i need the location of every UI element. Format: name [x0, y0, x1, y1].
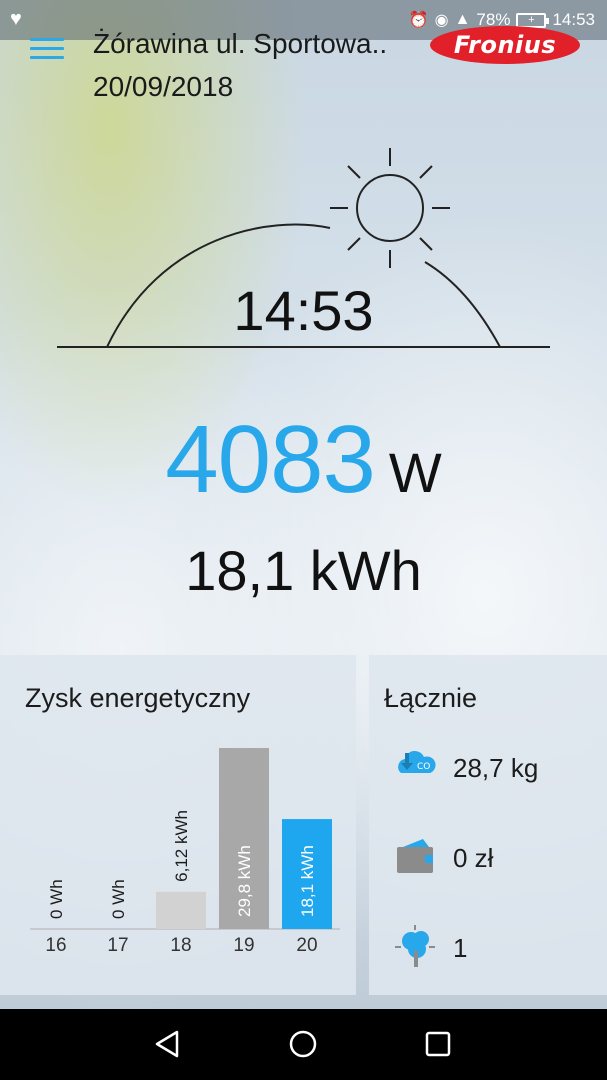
- co2-value: 28,7 kg: [453, 753, 539, 783]
- fronius-logo: Fronius: [430, 26, 580, 64]
- current-power: 4083 W: [0, 405, 607, 515]
- wallet-co2-icon: [397, 839, 433, 873]
- chart-data-label: 6,12 kWh: [172, 810, 191, 882]
- trees-value: 1: [453, 933, 468, 963]
- savings-row: 0 zł: [391, 833, 601, 883]
- chart-tick-label: 18: [170, 935, 191, 956]
- savings-value: 0 zł: [453, 843, 494, 873]
- chart-tick-label: 17: [107, 935, 128, 956]
- chart-tick-label: 19: [233, 935, 254, 956]
- site-name[interactable]: Żórawina ul. Sportowa..: [93, 28, 387, 60]
- recents-icon[interactable]: [425, 1029, 451, 1059]
- chart-tick-label: 20: [296, 935, 317, 956]
- power-unit: W: [388, 441, 442, 504]
- chart-data-label: 0 Wh: [109, 879, 128, 919]
- trees-row: 1: [391, 923, 601, 973]
- co2-row: CO 28,7 kg: [391, 743, 601, 793]
- totals-panel[interactable]: Łącznie CO 28,7 kg 0 zł 1: [369, 655, 607, 995]
- sun-icon: [356, 174, 424, 242]
- back-icon[interactable]: [153, 1029, 181, 1059]
- tree-icon: [395, 925, 435, 967]
- chart-data-label: 29,8 kWh: [235, 845, 254, 917]
- chart-data-label: 18,1 kWh: [298, 845, 317, 917]
- energy-today: 18,1 kWh: [185, 539, 422, 602]
- svg-text:CO: CO: [417, 762, 430, 772]
- chart-tick-label: 16: [45, 935, 66, 956]
- co2-cloud-icon: CO: [398, 750, 436, 773]
- power-value: 4083: [165, 406, 376, 513]
- app-header: Żórawina ul. Sportowa.. 20/09/2018 Froni…: [0, 26, 607, 116]
- energy-yield-panel[interactable]: Zysk energetyczny 0 Wh 16 0 Wh 17 6,12 kWh 18…: [0, 655, 356, 995]
- totals-title: Łącznie: [384, 683, 478, 713]
- chart-data-label: 0 Wh: [47, 879, 66, 919]
- hamburger-menu-icon[interactable]: [30, 38, 64, 62]
- current-time: 14:53: [233, 279, 374, 342]
- android-nav-bar: [0, 1009, 607, 1080]
- energy-yield-chart: 0 Wh 16 0 Wh 17 6,12 kWh 18 29,8 kWh 19 18,1 kWh…: [30, 748, 340, 956]
- site-date[interactable]: 20/09/2018: [93, 71, 233, 103]
- chart-bar-18: [156, 891, 206, 929]
- home-icon[interactable]: [288, 1029, 318, 1059]
